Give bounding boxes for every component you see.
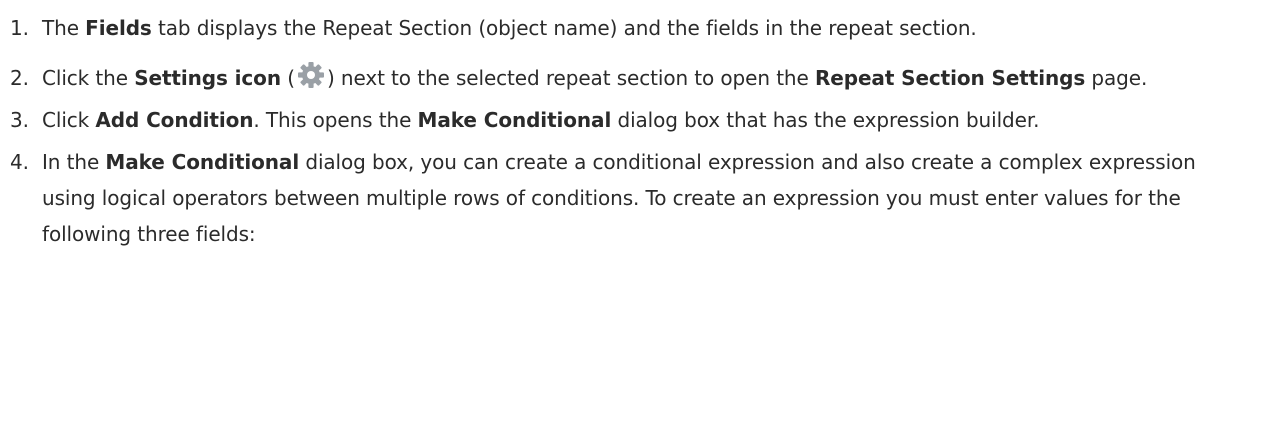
fields-term: Fields	[85, 16, 152, 40]
add-condition-term: Add Condition	[95, 108, 254, 132]
step-number: 3.	[10, 108, 29, 132]
text-run: ) next to the selected repeat section to…	[326, 66, 815, 90]
text-run: Click	[42, 108, 96, 132]
document-body: 1. The Fields tab displays the Repeat Se…	[0, 0, 1263, 448]
text-run: In the	[42, 150, 106, 174]
list-item-step-4: 4. In the Make Conditional dialog box, y…	[0, 144, 1243, 252]
text-run: tab displays the Repeat Section (object …	[151, 16, 977, 40]
make-conditional-term: Make Conditional	[417, 108, 612, 132]
gear-icon	[293, 61, 329, 91]
step-number: 2.	[10, 66, 29, 90]
step-text: In the Make Conditional dialog box, you …	[42, 150, 1196, 246]
settings-icon-term: Settings icon	[134, 66, 281, 90]
list-item-step-2: 2. Click the Settings icon () next to t…	[0, 60, 1243, 96]
step-text: Click Add Condition. This opens the Make…	[42, 108, 1039, 132]
text-run: dialog box that has the expression build…	[611, 108, 1040, 132]
make-conditional-term: Make Conditional	[105, 150, 300, 174]
text-run: Click the	[42, 66, 135, 90]
repeat-section-settings-term: Repeat Section Settings	[814, 66, 1086, 90]
step-text: Click the Settings icon () next to the …	[42, 62, 1148, 90]
text-run: . This opens the	[253, 108, 418, 132]
text-run: The	[42, 16, 86, 40]
step-text: The Fields tab displays the Repeat Secti…	[42, 16, 977, 40]
step-number: 4.	[10, 150, 29, 174]
list-item-step-1: 1. The Fields tab displays the Repeat Se…	[0, 10, 1243, 46]
text-run: page.	[1085, 66, 1148, 90]
instruction-list: 1. The Fields tab displays the Repeat Se…	[0, 10, 1243, 252]
list-item-step-3: 3. Click Add Condition. This opens the M…	[0, 102, 1243, 138]
step-number: 1.	[10, 16, 29, 40]
